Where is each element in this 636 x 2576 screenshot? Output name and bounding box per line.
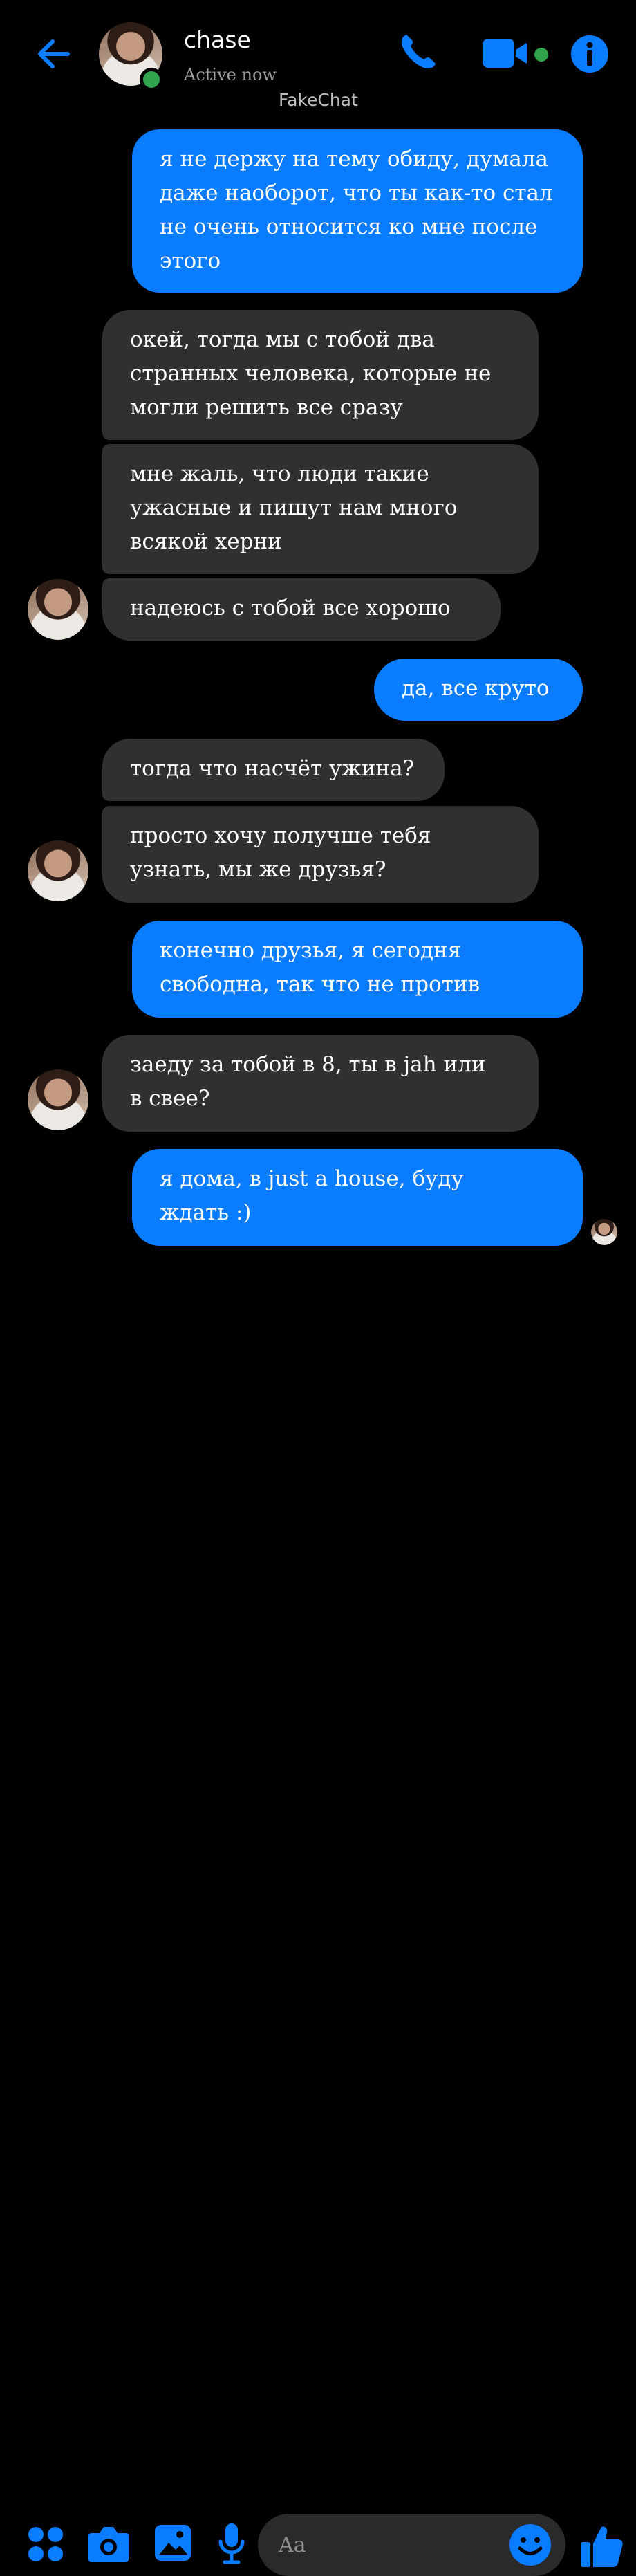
apps-icon[interactable] (26, 2525, 65, 2564)
message-bubble-incoming[interactable]: мне жаль, что люди такие ужасные и пишут… (102, 444, 539, 574)
online-status-dot (140, 68, 163, 91)
message-bubble-incoming[interactable]: тогда что насчёт ужина? (102, 739, 445, 801)
contact-avatar-small[interactable] (28, 840, 88, 901)
phone-icon[interactable] (397, 30, 440, 73)
contact-avatar-small[interactable] (28, 579, 88, 640)
gallery-icon[interactable] (153, 2523, 192, 2562)
message-bubble-outgoing[interactable]: я дома, в just a house, буду ждать :) (132, 1149, 583, 1246)
camera-icon[interactable] (87, 2523, 130, 2564)
brand-watermark: FakeChat (279, 90, 358, 110)
mic-icon[interactable] (218, 2522, 245, 2566)
composer-bar: Aa (0, 1253, 636, 2576)
chat-header: chase Active now FakeChat (0, 0, 636, 114)
message-bubble-incoming[interactable]: просто хочу получше тебя узнать, мы же д… (102, 806, 539, 903)
message-bubble-outgoing[interactable]: да, все круто (374, 659, 583, 721)
seen-receipt-avatar (591, 1219, 617, 1245)
message-bubble-incoming[interactable]: надеюсь с тобой все хорошо (102, 578, 501, 641)
contact-name[interactable]: chase (184, 26, 251, 53)
activity-status: Active now (184, 65, 277, 84)
message-bubble-incoming[interactable]: заеду за тобой в 8, ты в jah или в свее? (102, 1035, 539, 1132)
message-bubble-outgoing[interactable]: я не держу на тему обиду, думала даже на… (132, 129, 583, 293)
back-arrow-icon[interactable] (33, 33, 75, 75)
thumbs-up-icon[interactable] (579, 2523, 624, 2568)
message-bubble-incoming[interactable]: окей, тогда мы с тобой два странных чело… (102, 310, 539, 440)
emoji-icon[interactable] (508, 2523, 552, 2567)
message-bubble-outgoing[interactable]: конечно друзья, я сегодня свободна, так … (132, 921, 583, 1018)
info-icon[interactable] (570, 34, 610, 74)
contact-avatar-small[interactable] (28, 1069, 88, 1130)
video-icon[interactable] (481, 36, 531, 71)
video-active-dot (534, 48, 548, 62)
message-input-placeholder: Aa (279, 2533, 306, 2557)
